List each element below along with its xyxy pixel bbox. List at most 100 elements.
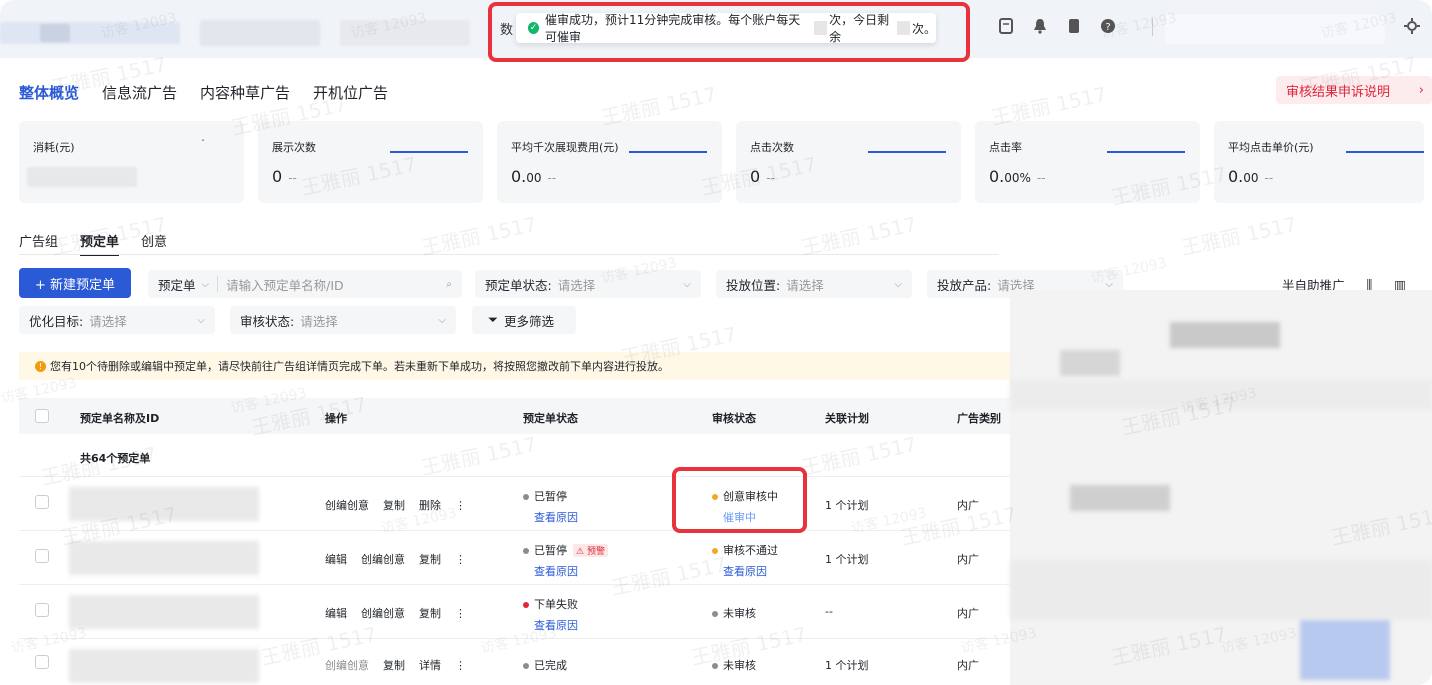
divider — [19, 254, 999, 255]
bell-icon[interactable] — [1032, 18, 1048, 34]
table-row[interactable]: 创编创意 复制 详情 ⋮ 已完成 未审核 1 个计划 内广 — [19, 638, 1019, 685]
col-audit: 审核状态 — [712, 412, 756, 425]
appeal-link[interactable]: 审核结果申诉说明 › — [1276, 76, 1432, 104]
table-row[interactable]: 创编创意 复制 删除 ⋮ 已暂停 查看原因 创意审核中 催审中 1 个计划 内广 — [19, 476, 1019, 529]
status-text: 已暂停 — [534, 490, 567, 503]
metric-card-ctr[interactable]: 点击率 0.00% -- — [975, 121, 1200, 203]
more-icon[interactable]: ⋮ — [455, 607, 466, 620]
filter-label: 投放位置: — [726, 277, 781, 293]
table-row[interactable]: 编辑 创编创意 复制 ⋮ 下单失败 查看原因 未审核 -- 内广 — [19, 584, 1019, 637]
phone-icon[interactable] — [1066, 18, 1082, 34]
action-edit[interactable]: 编辑 — [325, 607, 347, 620]
action-copy[interactable]: 复制 — [419, 553, 441, 566]
view-reason-link[interactable]: 查看原因 — [723, 563, 778, 579]
status-dot — [523, 602, 529, 608]
action-edit-creative[interactable]: 创编创意 — [325, 499, 369, 512]
table-row[interactable]: 编辑 创编创意 复制 ⋮ 已暂停 ⚠ 预警 查看原因 审核不通过 查看原因 1 个计划 … — [19, 530, 1019, 583]
warning-badge: ⚠ 预警 — [573, 544, 608, 557]
chevron-down-icon: ⌵ — [197, 314, 205, 326]
new-reservation-button[interactable]: + 新建预定单 — [19, 268, 131, 298]
tab-feed-ads[interactable]: 信息流广告 — [102, 82, 177, 103]
total-count: 共64个预定单 — [80, 452, 151, 465]
search-input[interactable]: 请输入预定单名称/ID — [226, 275, 344, 294]
metric-card-impressions[interactable]: 展示次数 0 -- — [258, 121, 483, 203]
type-cell: 内广 — [957, 499, 979, 512]
chevron-down-icon: ⌵ — [1105, 278, 1113, 290]
reservation-status-select[interactable]: 预定单状态: 请选择 ⌵ — [475, 270, 701, 298]
more-filters-button[interactable]: ⏷ 更多筛选 — [472, 306, 576, 334]
action-copy[interactable]: 复制 — [419, 607, 441, 620]
plan-cell: -- — [825, 605, 833, 618]
metric-card-cpm[interactable]: 平均千次展现费用(元) 0.00 -- — [497, 121, 722, 203]
type-cell: 内广 — [957, 659, 979, 672]
blurred-block — [340, 20, 470, 46]
view-reason-link[interactable]: 查看原因 — [534, 617, 578, 633]
action-copy[interactable]: 复制 — [383, 499, 405, 512]
table-header: 预定单名称及ID 操作 预定单状态 审核状态 关联计划 广告类别 — [19, 398, 1019, 434]
search-icon[interactable]: ⌕ — [446, 279, 452, 290]
search-box[interactable]: 预定单 ⌵ 请输入预定单名称/ID ⌕ — [148, 270, 462, 298]
sparkline — [1346, 151, 1424, 153]
gear-icon[interactable] — [1404, 18, 1420, 34]
goal-select[interactable]: 优化目标: 请选择 ⌵ — [19, 306, 215, 334]
action-edit-creative[interactable]: 创编创意 — [325, 659, 369, 672]
tab-splash-ads[interactable]: 开机位广告 — [313, 82, 388, 103]
more-filters-label: 更多筛选 — [504, 313, 555, 329]
audit-dot — [712, 611, 718, 617]
action-details[interactable]: 详情 — [419, 659, 441, 672]
metric-label: 平均点击单价(元) — [1228, 141, 1314, 154]
row-actions: 编辑 创编创意 复制 ⋮ — [325, 551, 480, 567]
row-checkbox[interactable] — [35, 655, 49, 669]
action-edit-creative[interactable]: 创编创意 — [361, 553, 405, 566]
sparkline — [202, 139, 204, 141]
tab-creatives[interactable]: 创意 — [141, 231, 167, 256]
tab-content-ads[interactable]: 内容种草广告 — [200, 82, 290, 103]
type-cell: 内广 — [957, 553, 979, 566]
row-checkbox[interactable] — [35, 603, 49, 617]
sub-tabs: 广告组 预定单 创意 — [19, 231, 167, 256]
help-icon[interactable]: ? — [1100, 18, 1116, 34]
metric-value: 0 -- — [750, 167, 775, 186]
watermark: 王雅丽 1517 — [799, 212, 919, 260]
audit-status-select[interactable]: 审核状态: 请选择 ⌵ — [230, 306, 456, 334]
chevron-down-icon: ⌵ — [894, 278, 902, 290]
more-icon[interactable]: ⋮ — [455, 659, 466, 672]
more-icon[interactable]: ⋮ — [455, 499, 466, 512]
document-icon[interactable] — [998, 18, 1014, 34]
search-type-select[interactable]: 预定单 — [158, 275, 196, 294]
chevron-down-icon: ⌵ — [201, 278, 210, 290]
view-reason-link[interactable]: 查看原因 — [534, 563, 608, 579]
type-cell: 内广 — [957, 607, 979, 620]
tab-ad-groups[interactable]: 广告组 — [19, 231, 58, 256]
tab-reservations[interactable]: 预定单 — [80, 231, 120, 256]
filter-placeholder: 请选择 — [557, 277, 596, 293]
blurred-block — [40, 24, 70, 42]
audit-highlight-box — [672, 467, 807, 533]
view-reason-link[interactable]: 查看原因 — [534, 509, 578, 525]
audit-dot — [712, 548, 718, 554]
top-tabs: 整体概览 信息流广告 内容种草广告 开机位广告 — [19, 82, 388, 103]
status-cell: 已暂停 查看原因 — [523, 488, 578, 525]
more-icon[interactable]: ⋮ — [455, 553, 466, 566]
action-edit-creative[interactable]: 创编创意 — [361, 607, 405, 620]
metric-card-clicks[interactable]: 点击次数 0 -- — [736, 121, 961, 203]
metric-value: 0.00 -- — [511, 167, 557, 186]
tab-overview[interactable]: 整体概览 — [19, 82, 79, 103]
select-all-checkbox[interactable] — [35, 409, 49, 423]
watermark: 王雅丽 1517 — [1179, 212, 1299, 260]
plan-cell[interactable]: 1 个计划 — [825, 551, 869, 567]
metric-card-cpc[interactable]: 平均点击单价(元) 0.00 -- — [1214, 121, 1424, 203]
status-dot — [523, 663, 529, 669]
metric-card-spend[interactable]: 消耗(元) — [19, 121, 244, 203]
chevron-down-icon: ⌵ — [683, 278, 691, 290]
position-select[interactable]: 投放位置: 请选择 ⌵ — [716, 270, 912, 298]
action-edit[interactable]: 编辑 — [325, 553, 347, 566]
action-delete[interactable]: 删除 — [419, 499, 441, 512]
row-checkbox[interactable] — [35, 549, 49, 563]
plan-cell[interactable]: 1 个计划 — [825, 657, 869, 673]
metric-label: 平均千次展现费用(元) — [511, 141, 619, 154]
action-copy[interactable]: 复制 — [383, 659, 405, 672]
row-checkbox[interactable] — [35, 495, 49, 509]
plan-cell[interactable]: 1 个计划 — [825, 497, 869, 513]
metric-label: 展示次数 — [272, 141, 316, 154]
